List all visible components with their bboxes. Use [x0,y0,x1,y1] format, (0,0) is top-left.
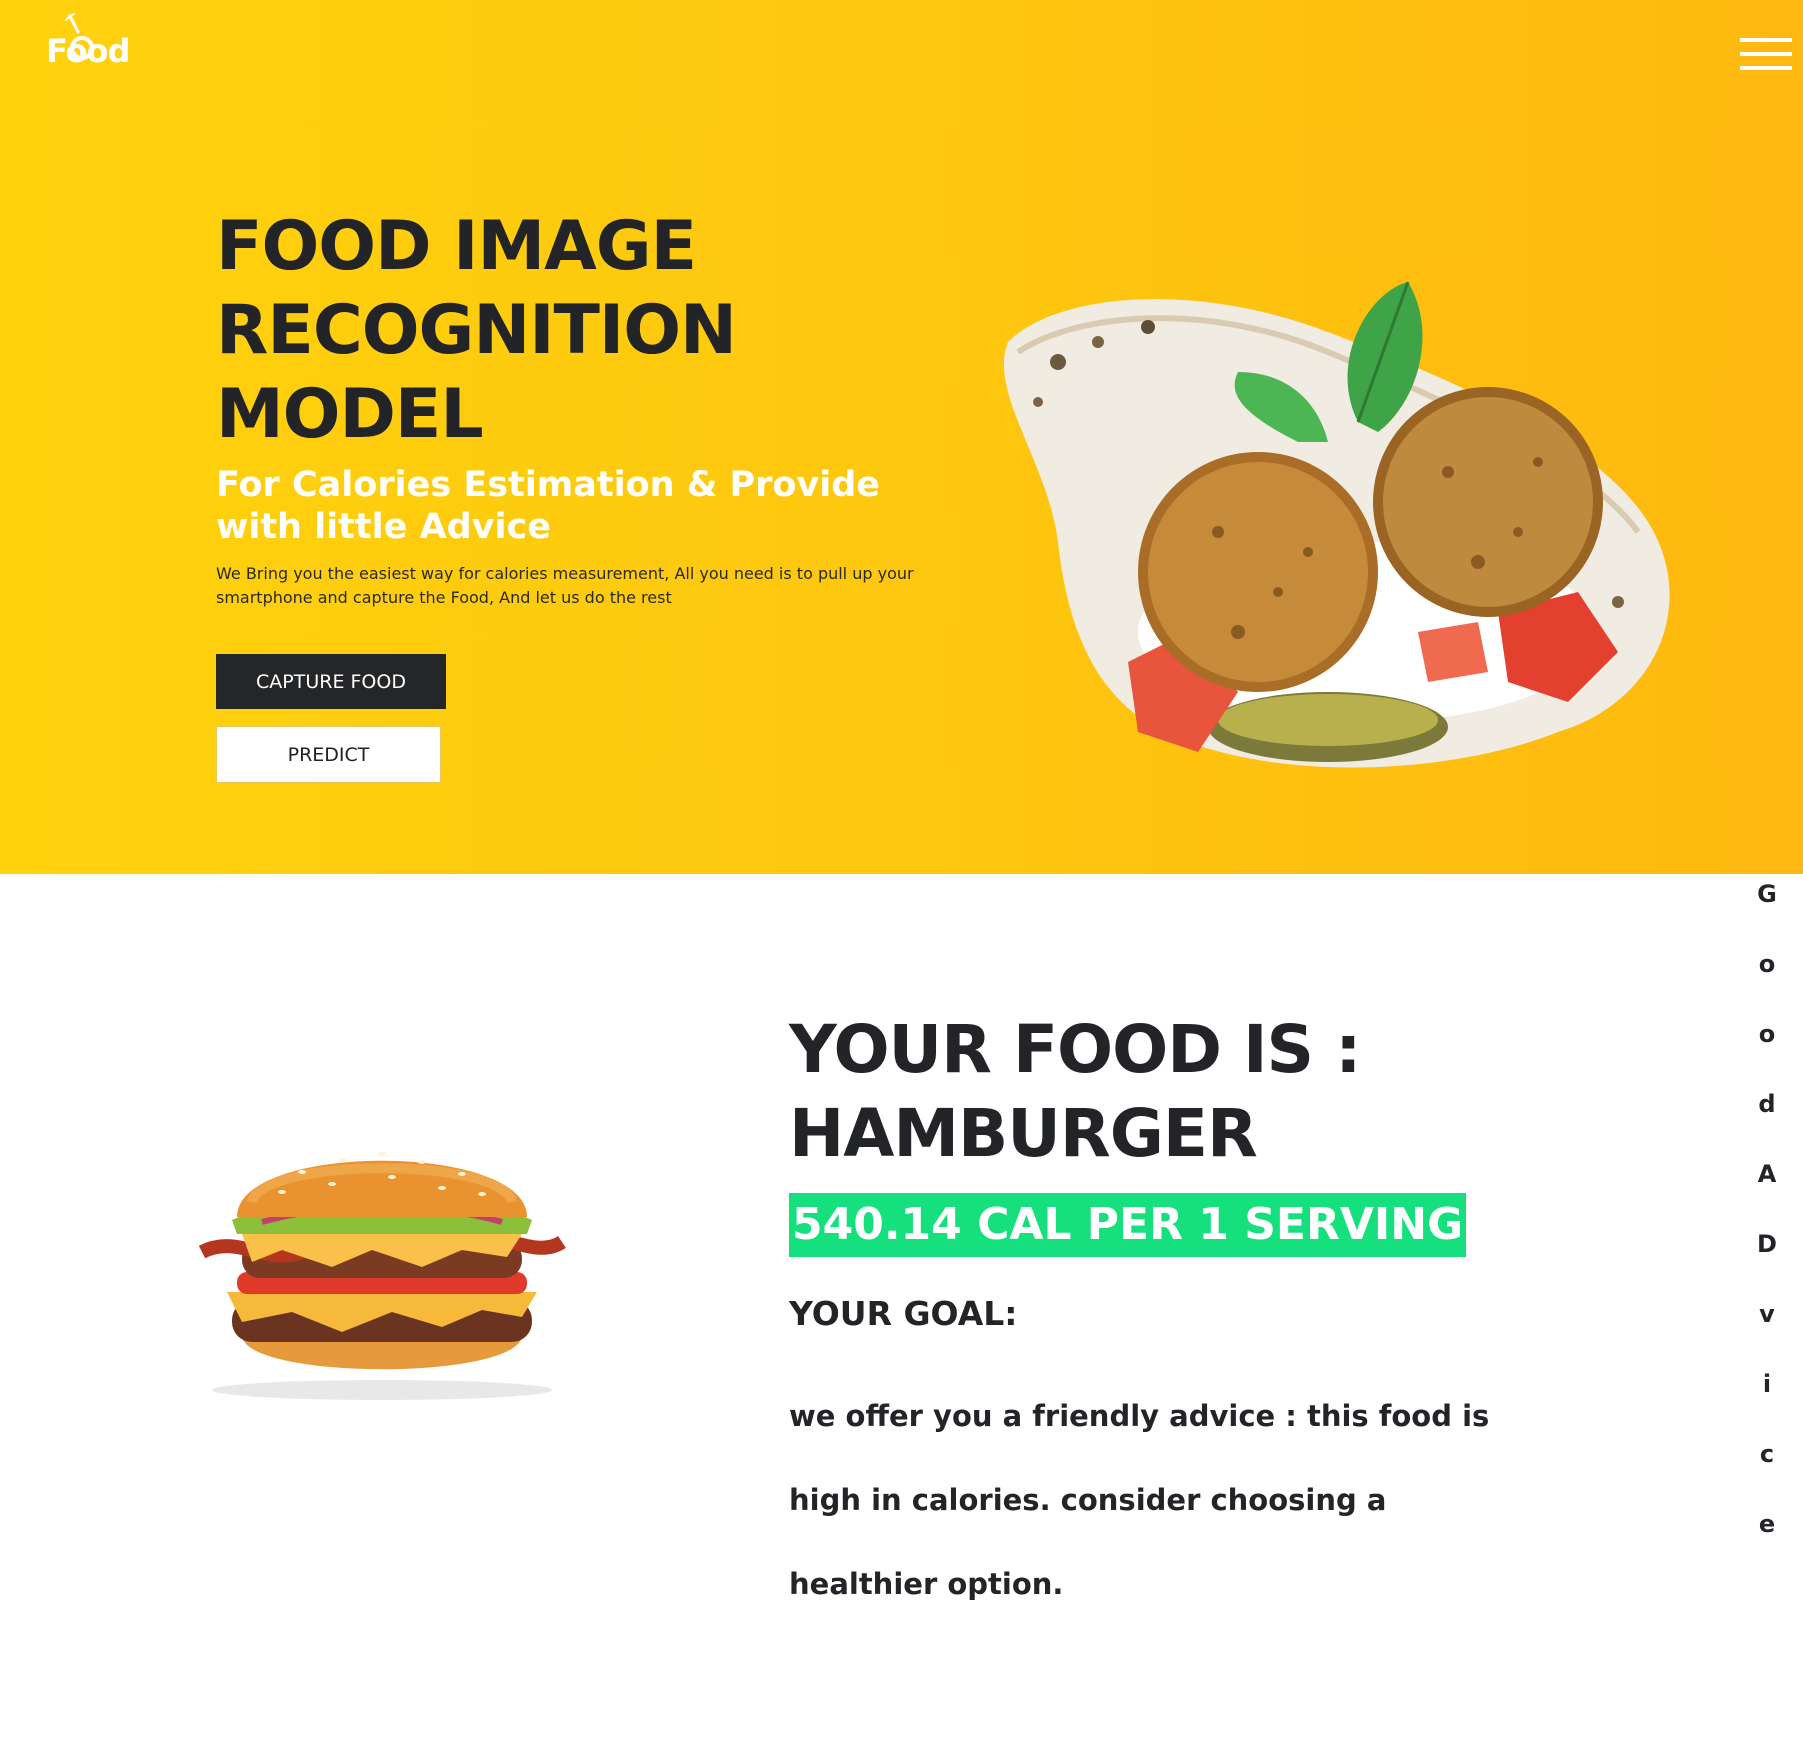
brand-logo[interactable]: Food [44,12,130,70]
side-letter: d [1758,1090,1776,1118]
side-letter: i [1762,1370,1772,1398]
logo-text: Food [46,32,130,70]
hamburger-menu-icon[interactable] [1740,38,1792,74]
side-letter: v [1759,1300,1775,1328]
side-letter: e [1758,1510,1776,1538]
side-letter: o [1758,1020,1776,1048]
hero-subtitle: For Calories Estimation & Provide with l… [216,465,881,547]
food-result-title: YOUR FOOD IS : HAMBURGER [789,1011,1361,1172]
side-letter: c [1759,1440,1775,1468]
falafel-wrap-image [1003,281,1670,768]
side-letter: o [1758,950,1776,978]
advice-text: we offer you a friendly advice : this fo… [789,1399,1490,1601]
side-letter: D [1757,1230,1777,1258]
side-letter: A [1757,1160,1777,1188]
hero-section: Food FOOD IMAGE RECOGNITION MODEL For Ca… [0,0,1803,874]
hero-title: FOOD IMAGE RECOGNITION MODEL [216,207,737,454]
side-vertical-text: G o o d A D v i c e [1752,874,1782,1574]
calorie-badge: 540.14 CAL PER 1 SERVING [789,1193,1467,1257]
hero-description: We Bring you the easiest way for calorie… [216,564,914,607]
predict-button[interactable]: PREDICT [216,726,441,783]
capture-food-button[interactable]: CAPTURE FOOD [216,654,446,709]
hamburger-image [198,1152,566,1400]
side-letter: G [1757,880,1777,908]
goal-label: YOUR GOAL: [789,1294,1018,1333]
